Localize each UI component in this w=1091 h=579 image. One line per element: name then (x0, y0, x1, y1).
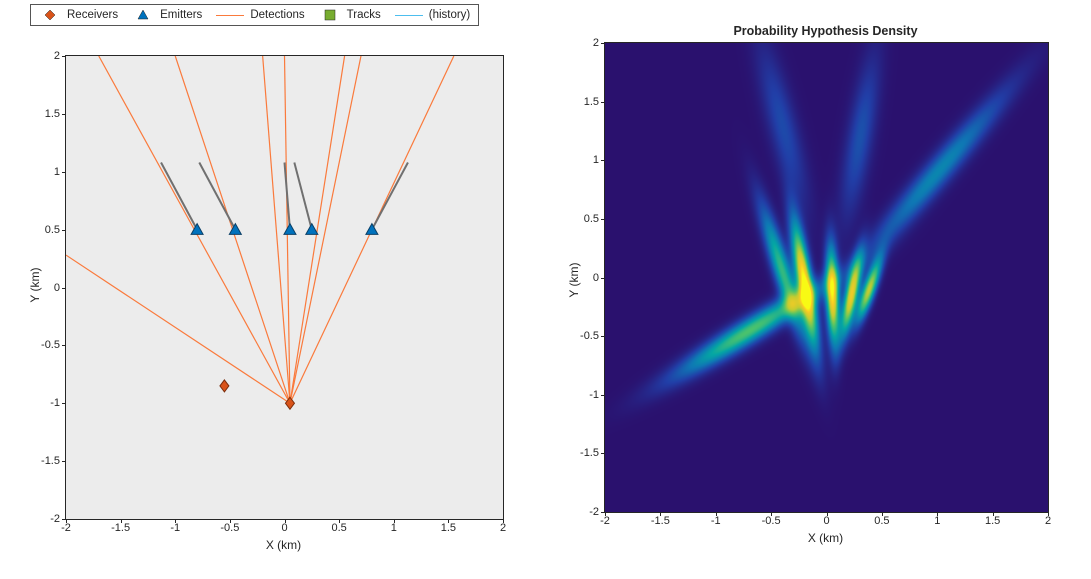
xtick-label: 1 (391, 522, 397, 534)
xtick-label: 2 (1045, 515, 1051, 527)
legend-item: Detections (216, 9, 304, 21)
xtick-label: 2 (500, 522, 506, 534)
ytick-label: -1.5 (580, 447, 599, 459)
legend-label: Detections (250, 9, 304, 21)
ytick-label: 1 (54, 166, 60, 178)
ytick-label: 0 (54, 282, 60, 294)
ytick-label: -2 (50, 513, 60, 525)
legend-item: Emitters (132, 9, 202, 21)
xtick-label: -0.5 (220, 522, 239, 534)
ytick-label: 0.5 (45, 224, 60, 236)
legend-item: (history) (395, 9, 471, 21)
title-right: Probability Hypothesis Density (604, 24, 1047, 38)
phd-heatmap (605, 43, 1048, 512)
xtick-label: 0 (281, 522, 287, 534)
ytick-label: -1 (50, 397, 60, 409)
legend-label: Tracks (347, 9, 381, 21)
xtick-label: 1.5 (985, 515, 1000, 527)
axes-scene: -2-1.5-1-0.500.511.52-2-1.5-1-0.500.511.… (65, 55, 504, 520)
legend-label: Receivers (67, 9, 118, 21)
xtick-label: -1.5 (111, 522, 130, 534)
xtick-label: 1.5 (441, 522, 456, 534)
legend-item: Tracks (319, 9, 381, 21)
ytick-label: 2 (593, 37, 599, 49)
legend-swatch (216, 15, 244, 16)
xtick-label: -2 (600, 515, 610, 527)
ytick-label: 0 (593, 272, 599, 284)
legend-swatch (319, 9, 341, 21)
ytick-label: -0.5 (580, 330, 599, 342)
legend-swatch (132, 9, 154, 21)
ytick-label: -0.5 (41, 339, 60, 351)
ytick-label: -2 (589, 506, 599, 518)
xtick-label: 0.5 (331, 522, 346, 534)
xtick-label: 0 (823, 515, 829, 527)
scene-plot (66, 56, 503, 519)
xtick-label: 0.5 (874, 515, 889, 527)
legend-label: (history) (429, 9, 471, 21)
xtick-label: 1 (934, 515, 940, 527)
xtick-label: -1 (170, 522, 180, 534)
ytick-label: 1.5 (584, 96, 599, 108)
ytick-label: 2 (54, 50, 60, 62)
xtick-label: -0.5 (762, 515, 781, 527)
legend-swatch (395, 15, 423, 16)
ylabel-right: Y (km) (567, 230, 581, 330)
legend-item: Receivers (39, 9, 118, 21)
legend-swatch (39, 9, 61, 21)
xlabel-left: X (km) (65, 538, 502, 552)
matlab-figure: Receivers Emitters Detections Tracks (histor… (0, 0, 1091, 579)
xtick-label: -2 (61, 522, 71, 534)
axes-phd: -2-1.5-1-0.500.511.52-2-1.5-1-0.500.511.… (604, 42, 1049, 513)
ytick-label: 1.5 (45, 108, 60, 120)
xtick-label: -1.5 (651, 515, 670, 527)
ytick-label: -1 (589, 389, 599, 401)
ylabel-left: Y (km) (28, 235, 42, 335)
ytick-label: 0.5 (584, 213, 599, 225)
xtick-label: -1 (711, 515, 721, 527)
xlabel-right: X (km) (604, 531, 1047, 545)
ytick-label: 1 (593, 154, 599, 166)
legend: Receivers Emitters Detections Tracks (histor… (30, 4, 479, 26)
ytick-label: -1.5 (41, 455, 60, 467)
legend-label: Emitters (160, 9, 202, 21)
